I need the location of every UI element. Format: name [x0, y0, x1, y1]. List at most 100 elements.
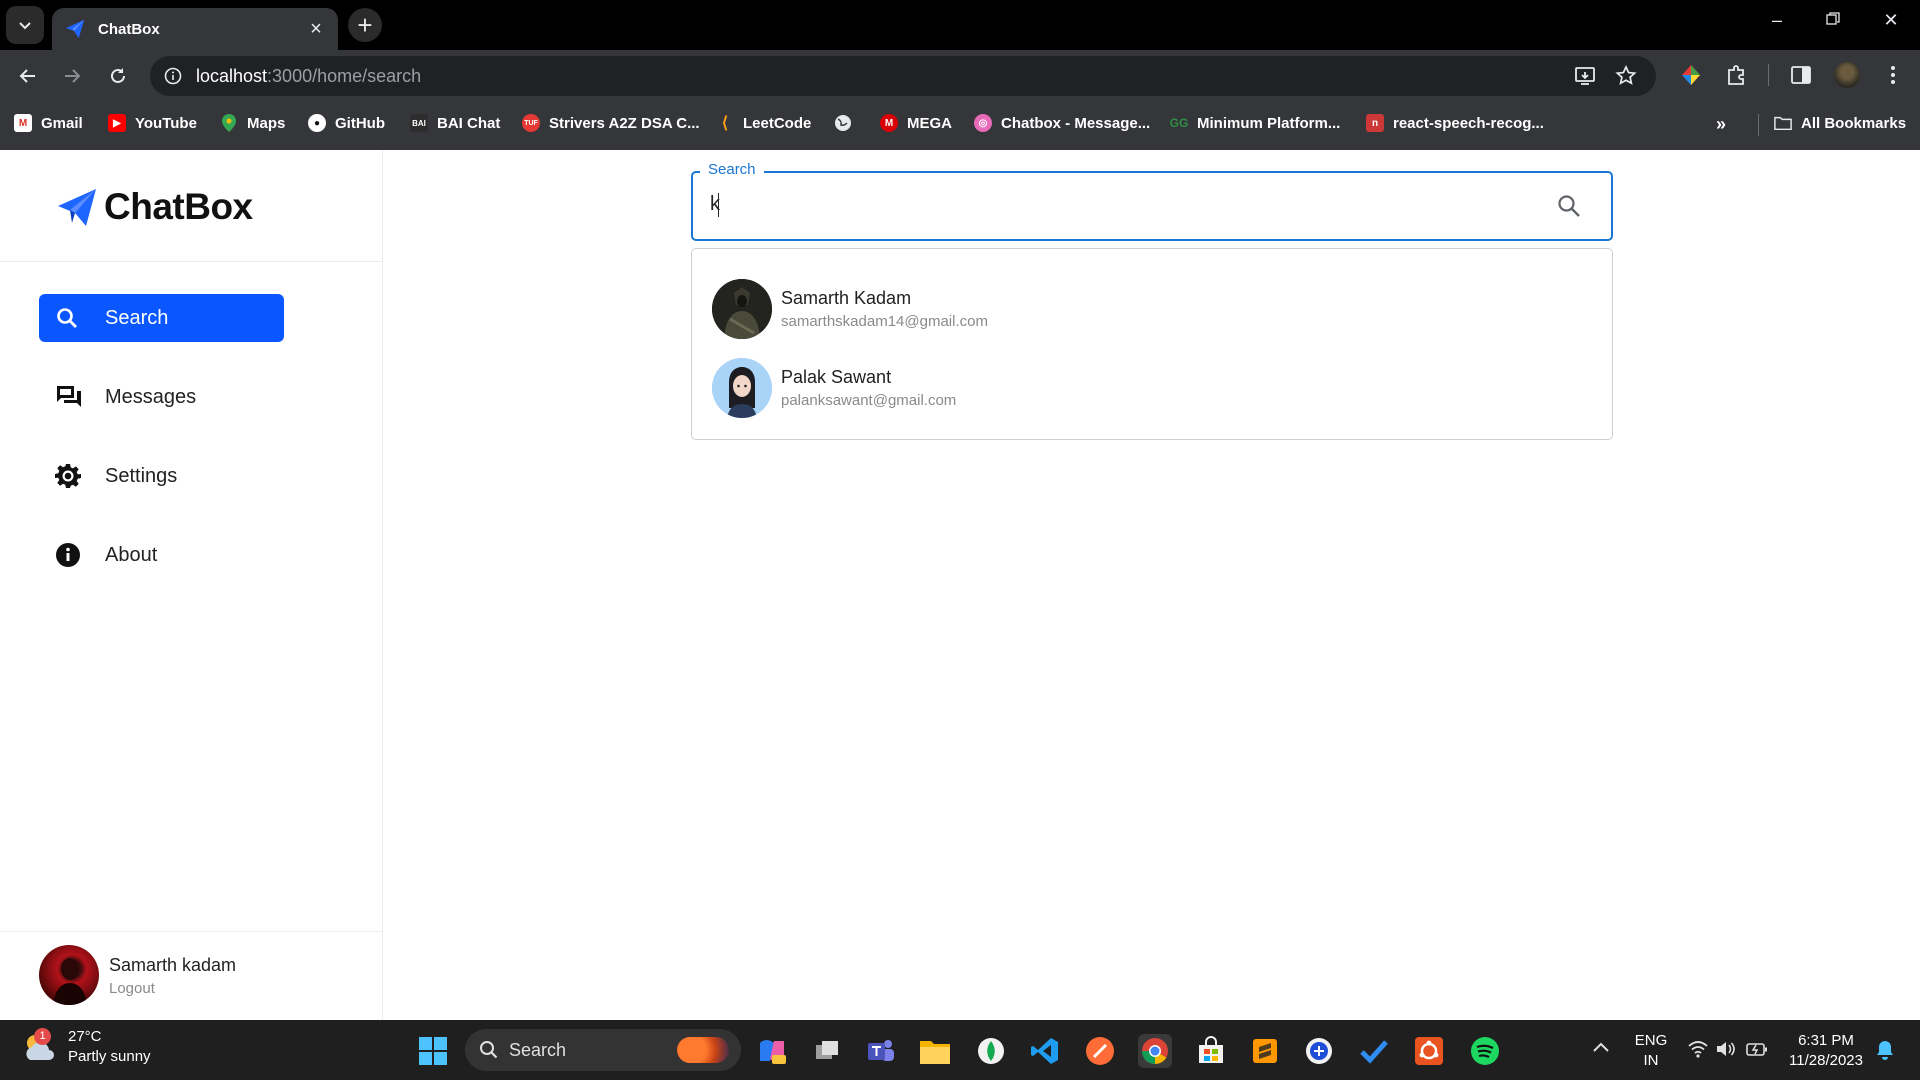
browser-tab[interactable]: ChatBox × — [52, 8, 338, 50]
nav-label-settings: Settings — [105, 464, 178, 487]
current-user-name: Samarth kadam — [109, 955, 237, 975]
teams-icon — [868, 1040, 894, 1061]
nav-messages[interactable]: Messages — [39, 373, 284, 421]
weather-widget[interactable]: 1 27°C Partly sunny — [22, 1027, 151, 1065]
list-item[interactable]: Palak Sawant palanksawant@gmail.com — [712, 357, 1572, 419]
result-email: palanksawant@gmail.com — [781, 392, 957, 409]
bookmark-react-speech[interactable]: n react-speech-recog... — [1366, 114, 1544, 132]
todo-app[interactable] — [1357, 1034, 1391, 1068]
weather-badge: 1 — [34, 1027, 51, 1045]
copilot-app[interactable] — [755, 1034, 789, 1068]
bookmark-star-icon[interactable] — [1614, 64, 1638, 88]
app-logo[interactable]: ChatBox — [56, 186, 253, 228]
all-bookmarks[interactable]: All Bookmarks — [1774, 114, 1906, 132]
bookmark-youtube[interactable]: ▶ YouTube — [108, 114, 197, 132]
list-item[interactable]: Samarth Kadam samarthskadam14@gmail.com — [712, 278, 1572, 340]
clock-date: 11/28/2023 — [1789, 1052, 1863, 1069]
minimize-icon[interactable]: – — [1762, 10, 1792, 31]
windows-taskbar: 1 27°C Partly sunny Search ENG IN 6:31 P… — [0, 1020, 1920, 1080]
vscode-icon — [1031, 1038, 1058, 1064]
text-caret — [718, 193, 719, 217]
tab-search-button[interactable] — [6, 6, 44, 44]
bookmark-leetcode[interactable]: ⟨ LeetCode — [716, 114, 811, 133]
mongodb-app[interactable] — [974, 1034, 1008, 1068]
tuf-icon: TUF — [522, 114, 540, 132]
file-explorer-app[interactable] — [918, 1034, 952, 1068]
chrome-app[interactable] — [1138, 1034, 1172, 1068]
bookmark-gmail[interactable]: M Gmail — [14, 114, 83, 132]
teams-app[interactable] — [864, 1034, 898, 1068]
result-email: samarthskadam14@gmail.com — [781, 313, 988, 330]
new-tab-button[interactable]: + — [348, 8, 382, 42]
logo-text: ChatBox — [104, 186, 253, 227]
sublime-app[interactable] — [1248, 1034, 1282, 1068]
chrome-icon — [1141, 1038, 1168, 1065]
bookmark-github[interactable]: ● GitHub — [308, 114, 385, 132]
nav-about[interactable]: About — [39, 531, 284, 579]
kebab-menu-icon[interactable] — [1880, 62, 1906, 88]
nav-label-search: Search — [105, 306, 169, 329]
site-info-icon[interactable] — [164, 67, 182, 85]
bookmark-bai-chat[interactable]: BAI BAI Chat — [410, 114, 500, 132]
folder-icon — [1774, 114, 1792, 132]
bookmark-chatbox[interactable]: ◎ Chatbox - Message... — [974, 114, 1150, 132]
bookmarks-overflow-icon[interactable]: » — [1716, 114, 1726, 135]
bookmark-maps[interactable]: Maps — [220, 114, 285, 132]
nav-label-messages: Messages — [105, 385, 197, 408]
bookmarks-bar: M Gmail ▶ YouTube Maps ● GitHub BAI BAI Chat… — [0, 100, 1920, 150]
reload-button[interactable] — [102, 60, 134, 92]
back-button[interactable] — [12, 60, 44, 92]
extensions-puzzle-icon[interactable] — [1724, 62, 1750, 88]
clock[interactable]: 6:31 PM 11/28/2023 — [1780, 1032, 1872, 1069]
search-input[interactable] — [691, 171, 1613, 241]
weather-icon: 1 — [22, 1027, 56, 1064]
taskbar-search[interactable]: Search — [465, 1029, 741, 1071]
tab-title: ChatBox — [98, 20, 160, 38]
restore-icon[interactable] — [1818, 10, 1848, 31]
gmail-icon: M — [14, 114, 32, 132]
profile-avatar[interactable] — [1834, 62, 1860, 88]
battery-icon[interactable] — [1746, 1040, 1768, 1058]
store-app[interactable] — [1194, 1034, 1228, 1068]
forward-button[interactable] — [56, 60, 88, 92]
bookmark-min-platform[interactable]: GG Minimum Platform... — [1170, 114, 1341, 132]
tab-close-icon[interactable]: × — [306, 18, 326, 41]
url-host: localhost — [196, 65, 268, 86]
spotify-app[interactable] — [1468, 1034, 1502, 1068]
side-panel-icon[interactable] — [1788, 62, 1814, 88]
postman-app[interactable] — [1083, 1034, 1117, 1068]
vscode-app[interactable] — [1028, 1034, 1062, 1068]
nav-settings[interactable]: Settings — [39, 452, 284, 500]
globe-icon — [834, 114, 852, 132]
wifi-icon[interactable] — [1688, 1040, 1708, 1058]
notification-bell-icon[interactable] — [1876, 1040, 1894, 1060]
task-view-app[interactable] — [810, 1034, 844, 1068]
install-app-icon[interactable] — [1574, 64, 1598, 88]
current-user-avatar[interactable] — [39, 945, 99, 1005]
logout-link[interactable]: Logout — [109, 980, 155, 997]
color-extension-icon[interactable] — [1678, 62, 1704, 88]
language-indicator[interactable]: ENG IN — [1630, 1032, 1672, 1069]
search-icon — [57, 308, 77, 328]
nav-search[interactable]: Search — [39, 294, 284, 342]
bookmark-strivers[interactable]: TUF Strivers A2Z DSA C... — [522, 114, 700, 132]
tray-overflow-icon[interactable] — [1592, 1040, 1610, 1058]
store-icon — [1199, 1036, 1223, 1063]
arrow-left-icon — [19, 69, 35, 83]
bookmark-globe[interactable] — [834, 114, 861, 132]
globe-app-icon — [1306, 1038, 1332, 1064]
clock-time: 6:31 PM — [1798, 1032, 1854, 1049]
mongodb-leaf-icon — [978, 1038, 1004, 1064]
address-bar[interactable]: localhost:3000/home/search — [150, 56, 1656, 96]
start-button[interactable] — [416, 1034, 450, 1068]
network-app[interactable] — [1302, 1034, 1336, 1068]
ubuntu-app[interactable] — [1412, 1034, 1446, 1068]
window-close-icon[interactable]: ✕ — [1876, 10, 1906, 31]
taskbar-search-label: Search — [509, 1039, 567, 1060]
search-icon[interactable] — [1556, 193, 1582, 219]
bookmark-mega[interactable]: M MEGA — [880, 114, 952, 132]
mega-icon: M — [880, 114, 898, 132]
volume-icon[interactable] — [1716, 1040, 1736, 1058]
copilot-icon — [760, 1040, 786, 1064]
weather-temp: 27°C — [68, 1028, 102, 1045]
